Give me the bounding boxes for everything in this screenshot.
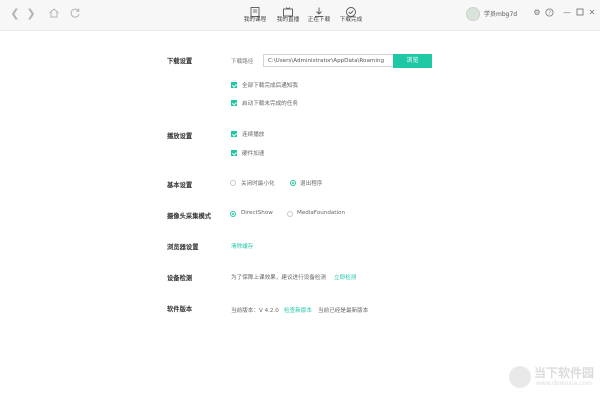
tab-download-complete[interactable]: 下载完成 bbox=[332, 3, 370, 28]
refresh-icon[interactable] bbox=[68, 7, 82, 21]
exit-program-radio[interactable] bbox=[290, 180, 296, 186]
maximize-icon[interactable] bbox=[575, 8, 585, 19]
watermark-text: 当下软件园 bbox=[534, 366, 595, 380]
device-check-title: 设备检测 bbox=[167, 275, 193, 282]
minimize-icon[interactable]: — bbox=[562, 8, 572, 18]
browser-settings-title: 浏览器设置 bbox=[167, 244, 199, 251]
mediafoundation-label: MediaFoundation bbox=[297, 210, 346, 216]
download-path-label: 下载路径 bbox=[231, 59, 254, 65]
check-update-link[interactable]: 检查新版本 bbox=[284, 306, 312, 314]
browse-button[interactable]: 浏览 bbox=[393, 54, 432, 68]
current-version: 当前版本：V 4.2.0 bbox=[231, 308, 279, 314]
check-circle-icon bbox=[332, 3, 370, 17]
software-version-title: 软件版本 bbox=[167, 306, 193, 313]
forward-arrow-icon[interactable]: ❯ bbox=[24, 7, 38, 21]
continuous-play-label: 连续播放 bbox=[242, 132, 265, 138]
notify-on-complete-checkbox[interactable] bbox=[231, 82, 237, 88]
clear-cache-link[interactable]: 清除缓存 bbox=[231, 242, 253, 250]
device-check-desc: 为了保障上课效果，建议进行设备检测 bbox=[231, 275, 327, 281]
hw-accel-checkbox[interactable] bbox=[231, 150, 237, 156]
settings-gear-icon[interactable]: ⚙ bbox=[532, 8, 542, 18]
playback-settings-title: 播放设置 bbox=[167, 133, 193, 140]
watermark-url: www.downxia.com bbox=[536, 380, 592, 387]
avatar bbox=[466, 7, 480, 21]
directshow-radio[interactable] bbox=[230, 211, 236, 217]
notify-on-complete-label: 全部下载完成后通知我 bbox=[242, 83, 298, 89]
download-settings-title: 下载设置 bbox=[167, 58, 193, 65]
camera-mode-title: 摄像头采集模式 bbox=[167, 213, 212, 220]
hw-accel-label: 硬件加速 bbox=[242, 151, 265, 157]
username: 学员mbg7d bbox=[484, 11, 518, 18]
check-now-link[interactable]: 立即检测 bbox=[334, 273, 356, 281]
continuous-play-checkbox[interactable] bbox=[231, 131, 237, 137]
download-path-input[interactable] bbox=[263, 54, 393, 67]
mediafoundation-radio[interactable] bbox=[287, 211, 293, 217]
home-icon[interactable] bbox=[47, 7, 61, 21]
close-icon[interactable]: ✕ bbox=[587, 8, 597, 18]
auto-resume-label: 启动下载未完成的任务 bbox=[242, 101, 298, 107]
tab-label: 下载完成 bbox=[339, 17, 363, 23]
auto-resume-checkbox[interactable] bbox=[231, 100, 237, 106]
svg-text:?: ? bbox=[548, 11, 551, 17]
directshow-label: DirectShow bbox=[241, 210, 273, 216]
title-bar: ❮ ❯ 我的课程 我的直播 正在下载 下载完成 学员mbg7d ⚙ ? — ✕ bbox=[0, 0, 600, 31]
exit-program-label: 退出程序 bbox=[300, 181, 323, 187]
version-status: 当前已经是最新版本 bbox=[318, 308, 369, 314]
help-icon[interactable]: ? bbox=[544, 8, 554, 20]
basic-settings-title: 基本设置 bbox=[167, 182, 193, 189]
back-arrow-icon[interactable]: ❮ bbox=[8, 7, 22, 21]
minimize-on-close-radio[interactable] bbox=[230, 180, 236, 186]
watermark-logo-icon bbox=[509, 366, 531, 388]
minimize-on-close-label: 关闭时最小化 bbox=[241, 181, 275, 187]
